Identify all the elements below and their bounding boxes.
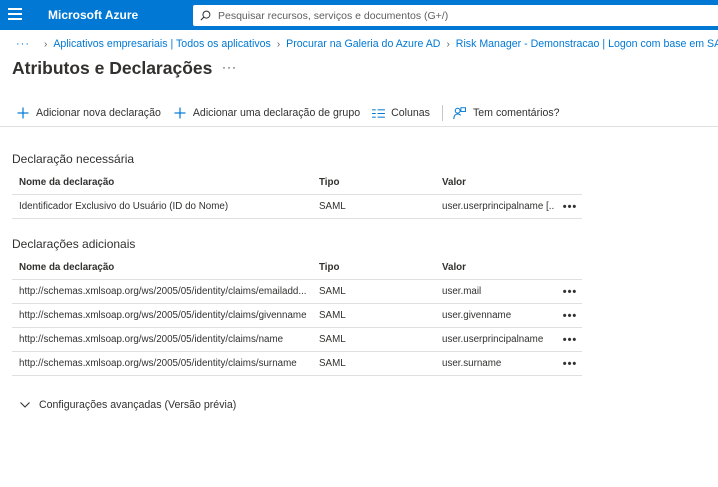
column-header-value[interactable]: Valor bbox=[442, 255, 554, 279]
claim-type: SAML bbox=[319, 310, 346, 321]
page-title: Atributos e Declarações bbox=[12, 58, 213, 78]
breadcrumb-item-gallery[interactable]: Procurar na Galeria do Azure AD bbox=[286, 38, 440, 50]
row-more-button[interactable]: ••• bbox=[560, 280, 580, 303]
claim-name: http://schemas.xmlsoap.org/ws/2005/05/id… bbox=[19, 286, 307, 297]
column-header-name[interactable]: Nome da declaração bbox=[19, 255, 315, 279]
breadcrumb-item-app-saml[interactable]: Risk Manager - Demonstracao | Logon com … bbox=[456, 38, 718, 50]
toolbar-divider bbox=[441, 105, 443, 121]
claim-type: SAML bbox=[319, 358, 346, 369]
claim-type: SAML bbox=[319, 286, 346, 297]
claim-value: user.surname bbox=[442, 358, 502, 369]
column-header-value[interactable]: Valor bbox=[442, 170, 554, 194]
column-header-type[interactable]: Tipo bbox=[319, 255, 429, 279]
breadcrumb-item-enterprise-apps[interactable]: Aplicativos empresariais | Todos os apli… bbox=[53, 38, 270, 50]
required-claims-table: Nome da declaração Tipo Valor Identifica… bbox=[12, 170, 582, 219]
columns-button[interactable]: Colunas bbox=[371, 106, 430, 120]
claim-name: http://schemas.xmlsoap.org/ws/2005/05/id… bbox=[19, 310, 307, 321]
claim-name: Identificador Exclusivo do Usuário (ID d… bbox=[19, 201, 229, 212]
feedback-button[interactable]: Tem comentários? bbox=[453, 106, 560, 120]
command-bar: Adicionar nova declaração Adicionar uma … bbox=[16, 104, 560, 122]
claim-name: http://schemas.xmlsoap.org/ws/2005/05/id… bbox=[19, 358, 297, 369]
search-box[interactable] bbox=[193, 5, 718, 26]
additional-claims-title: Declarações adicionais bbox=[12, 237, 136, 251]
column-header-type[interactable]: Tipo bbox=[319, 170, 429, 194]
plus-icon bbox=[173, 106, 187, 120]
add-group-claim-label: Adicionar uma declaração de grupo bbox=[192, 107, 361, 119]
table-row[interactable]: http://schemas.xmlsoap.org/ws/2005/05/id… bbox=[12, 328, 582, 352]
columns-label: Colunas bbox=[391, 107, 430, 119]
plus-icon bbox=[16, 106, 30, 120]
table-row[interactable]: http://schemas.xmlsoap.org/ws/2005/05/id… bbox=[12, 352, 582, 376]
row-more-button[interactable]: ••• bbox=[560, 328, 580, 351]
table-row[interactable]: http://schemas.xmlsoap.org/ws/2005/05/id… bbox=[12, 304, 582, 328]
table-header: Nome da declaração Tipo Valor bbox=[12, 170, 582, 195]
claim-value: user.givenname bbox=[442, 310, 512, 321]
claim-type: SAML bbox=[319, 334, 346, 345]
row-more-button[interactable]: ••• bbox=[560, 304, 580, 327]
add-claim-label: Adicionar nova declaração bbox=[36, 107, 161, 119]
table-row[interactable]: http://schemas.xmlsoap.org/ws/2005/05/id… bbox=[12, 280, 582, 304]
row-more-button[interactable]: ••• bbox=[560, 195, 580, 218]
table-row[interactable]: Identificador Exclusivo do Usuário (ID d… bbox=[12, 195, 582, 219]
column-header-name[interactable]: Nome da declaração bbox=[19, 170, 315, 194]
required-claim-title: Declaração necessária bbox=[12, 152, 135, 166]
feedback-label: Tem comentários? bbox=[472, 107, 560, 119]
brand-title[interactable]: Microsoft Azure bbox=[48, 8, 138, 22]
chevron-down-icon bbox=[20, 402, 30, 408]
breadcrumb: ··· › Aplicativos empresariais | Todos o… bbox=[16, 37, 718, 51]
menu-icon[interactable] bbox=[8, 8, 22, 22]
page-more-button[interactable]: ··· bbox=[222, 60, 237, 74]
chevron-right-icon: › bbox=[276, 38, 281, 50]
claim-type: SAML bbox=[319, 201, 346, 212]
search-icon bbox=[200, 10, 211, 21]
claim-value: user.userprincipalname [... bbox=[442, 201, 554, 212]
top-bar: Microsoft Azure bbox=[0, 0, 718, 30]
chevron-right-icon: › bbox=[446, 38, 450, 50]
toolbar-separator bbox=[0, 126, 718, 127]
search-input[interactable] bbox=[218, 9, 698, 22]
add-group-claim-button[interactable]: Adicionar uma declaração de grupo bbox=[173, 106, 360, 120]
additional-claims-table: Nome da declaração Tipo Valor http://sch… bbox=[12, 255, 582, 376]
table-header: Nome da declaração Tipo Valor bbox=[12, 255, 582, 280]
claim-name: http://schemas.xmlsoap.org/ws/2005/05/id… bbox=[19, 334, 284, 345]
columns-icon bbox=[371, 106, 385, 120]
chevron-right-icon: › bbox=[44, 38, 48, 50]
add-claim-button[interactable]: Adicionar nova declaração bbox=[16, 106, 161, 120]
advanced-settings-toggle[interactable]: Configurações avançadas (Versão prévia) bbox=[20, 399, 236, 411]
claim-value: user.userprincipalname bbox=[442, 334, 544, 345]
feedback-person-icon bbox=[453, 106, 467, 120]
breadcrumb-overflow-button[interactable]: ··· bbox=[16, 38, 30, 50]
claim-value: user.mail bbox=[442, 286, 482, 297]
row-more-button[interactable]: ••• bbox=[560, 352, 580, 375]
advanced-settings-label: Configurações avançadas (Versão prévia) bbox=[39, 399, 237, 411]
